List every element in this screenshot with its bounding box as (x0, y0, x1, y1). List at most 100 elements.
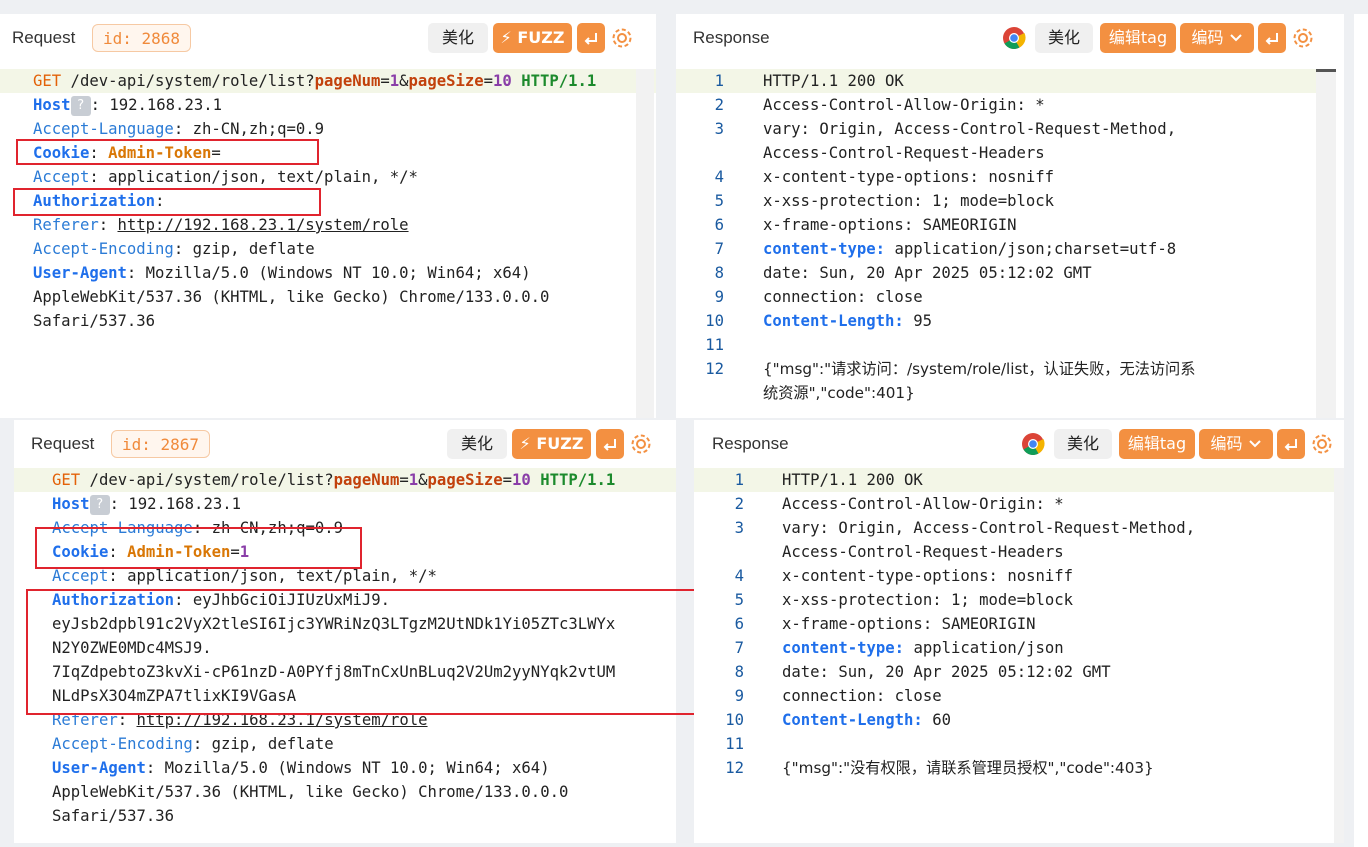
line-number: 6 (734, 615, 744, 633)
scrollbar[interactable] (1334, 468, 1344, 843)
beautify-button[interactable]: 美化 (1054, 429, 1112, 459)
header-line: User-Agent: Mozilla/5.0 (Windows NT 10.0… (33, 264, 531, 282)
line-number: 2 (734, 495, 744, 513)
gear-icon[interactable] (610, 26, 634, 50)
response-editor-1[interactable]: 1 HTTP/1.1 200 OK 2 Access-Control-Allow-O… (676, 69, 1344, 414)
line-number: 4 (714, 168, 724, 186)
header-line: Host?: 192.168.23.1 (33, 95, 222, 116)
response-line: x-frame-options: SAMEORIGIN (782, 615, 1036, 633)
response-line: Content-Length: 95 (763, 312, 932, 330)
header-line: Host?: 192.168.23.1 (52, 494, 241, 515)
fuzz-button[interactable]: ⚡ FUZZ (512, 429, 591, 459)
response-line: x-xss-protection: 1; mode=block (763, 192, 1055, 210)
beautify-button[interactable]: 美化 (428, 23, 488, 53)
request-id-badge: id: 2867 (111, 430, 211, 458)
response-line: Content-Length: 60 (782, 711, 951, 729)
line-number: 8 (714, 264, 724, 282)
response-line: Access-Control-Request-Headers (782, 543, 1064, 561)
header-line: Safari/537.36 (33, 312, 156, 330)
return-icon (603, 438, 616, 451)
request-panel-1: Request id: 2868 美化 ⚡ FUZZ GET /dev-api/… (0, 14, 656, 418)
return-icon (1265, 32, 1278, 45)
response-header-2: Response 美化 编辑tag 编码 (694, 420, 1344, 470)
response-header-1: Response 美化 编辑tag 编码 (676, 14, 1344, 64)
highlight-box-cookie-2 (35, 527, 362, 569)
chrome-icon[interactable] (1021, 432, 1045, 456)
line-number: 11 (705, 336, 724, 354)
response-line: connection: close (763, 288, 923, 306)
response-panel-1: Response 美化 编辑tag 编码 1 HTTP/1.1 200 OK 2 A… (676, 14, 1344, 418)
line-number: 6 (714, 216, 724, 234)
help-icon[interactable]: ? (70, 95, 91, 116)
highlight-box-cookie-1 (16, 139, 319, 165)
highlight-box-auth-1 (13, 188, 321, 216)
scrollbar-thumb[interactable] (1316, 69, 1336, 72)
response-line: vary: Origin, Access-Control-Request-Met… (763, 120, 1177, 138)
request-editor-1[interactable]: GET /dev-api/system/role/list?pageNum=1&… (0, 69, 656, 414)
response-body-line: {"msg":"请求访问：/system/role/list，认证失败，无法访问… (763, 360, 1196, 378)
response-line: date: Sun, 20 Apr 2025 05:12:02 GMT (763, 264, 1092, 282)
line-number: 10 (705, 312, 724, 330)
line-number: 7 (714, 240, 724, 258)
header-line: User-Agent: Mozilla/5.0 (Windows NT 10.0… (52, 759, 550, 777)
edit-tag-button[interactable]: 编辑tag (1119, 429, 1195, 459)
line-number (694, 141, 724, 165)
line-number: 12 (705, 360, 724, 378)
line-number: 12 (725, 759, 744, 777)
line-number: 8 (734, 663, 744, 681)
line-number: 7 (734, 639, 744, 657)
encode-dropdown[interactable]: 编码 (1180, 23, 1254, 53)
response-body-line: {"msg":"没有权限，请联系管理员授权","code":403} (782, 759, 1154, 777)
panel-title: Response (712, 434, 789, 453)
help-icon[interactable]: ? (89, 494, 110, 515)
line-number: 1 (714, 72, 724, 90)
encode-dropdown[interactable]: 编码 (1199, 429, 1273, 459)
fuzz-button[interactable]: ⚡ FUZZ (493, 23, 572, 53)
line-number: 5 (734, 591, 744, 609)
chevron-down-icon (1229, 34, 1242, 42)
send-return-button[interactable] (1258, 23, 1286, 53)
response-line: content-type: application/json;charset=u… (763, 240, 1177, 258)
line-number: 5 (714, 192, 724, 210)
line-number: 2 (714, 96, 724, 114)
request-line: GET /dev-api/system/role/list?pageNum=1&… (14, 468, 676, 492)
header-line: Accept-Language: zh-CN,zh;q=0.9 (33, 120, 325, 138)
request-id-badge: id: 2868 (92, 24, 192, 52)
send-return-button[interactable] (596, 429, 624, 459)
gear-icon[interactable] (1310, 432, 1334, 456)
referer-link[interactable]: http://192.168.23.1/system/role (118, 216, 409, 234)
side-panel-edge (1354, 14, 1368, 847)
line-number: 4 (734, 567, 744, 585)
line-number: 10 (725, 711, 744, 729)
gear-icon[interactable] (629, 432, 653, 456)
scrollbar[interactable] (636, 69, 654, 418)
line-number: 3 (714, 120, 724, 138)
chrome-icon[interactable] (1002, 26, 1026, 50)
line-number (714, 540, 744, 564)
header-line: Accept-Encoding: gzip, deflate (33, 240, 315, 258)
header-line: Safari/537.36 (52, 807, 175, 825)
response-body-line: 统资源","code":401} (763, 384, 915, 402)
response-line: x-frame-options: SAMEORIGIN (763, 216, 1017, 234)
header-line: Accept: application/json, text/plain, */… (33, 168, 418, 186)
panel-title: Response (693, 28, 770, 47)
response-line: connection: close (782, 687, 942, 705)
response-line: Access-Control-Allow-Origin: * (782, 495, 1064, 513)
beautify-button[interactable]: 美化 (447, 429, 507, 459)
gear-icon[interactable] (1291, 26, 1315, 50)
edit-tag-button[interactable]: 编辑tag (1100, 23, 1176, 53)
send-return-button[interactable] (577, 23, 605, 53)
response-line: Access-Control-Allow-Origin: * (763, 96, 1045, 114)
panel-title: Request (12, 28, 76, 47)
beautify-button[interactable]: 美化 (1035, 23, 1093, 53)
header-line: Referer: http://192.168.23.1/system/role (33, 216, 409, 234)
line-number (694, 381, 724, 405)
response-panel-2: Response 美化 编辑tag 编码 1 HTTP/1.1 200 OK 2 A… (694, 420, 1344, 843)
line-number: 11 (725, 735, 744, 753)
send-return-button[interactable] (1277, 429, 1305, 459)
scrollbar[interactable] (1316, 69, 1336, 418)
line-number: 9 (714, 288, 724, 306)
line-number: 1 (734, 471, 744, 489)
response-editor-2[interactable]: 1 HTTP/1.1 200 OK 2 Access-Control-Allow-O… (694, 468, 1344, 843)
panel-title: Request (31, 434, 95, 453)
